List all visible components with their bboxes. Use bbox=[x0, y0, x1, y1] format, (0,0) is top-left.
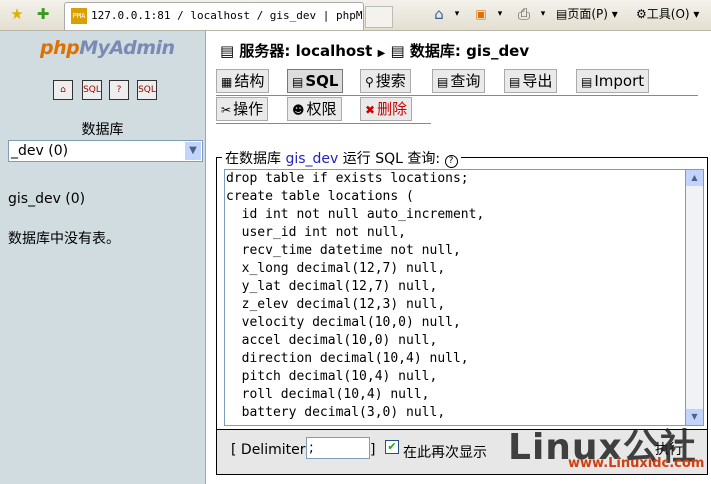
structure-icon: ▦ bbox=[221, 75, 233, 89]
database-select[interactable]: _dev (0) ▼ bbox=[8, 140, 203, 162]
home-icon[interactable]: ⌂ bbox=[53, 80, 73, 100]
tab-operations[interactable]: ✂ 操作 bbox=[216, 97, 269, 121]
privileges-icon: ☻ bbox=[292, 103, 305, 117]
go-button[interactable]: 执行 bbox=[655, 440, 695, 460]
phpmyadmin-logo[interactable]: phpMyAdmin bbox=[40, 37, 175, 59]
sql-query-text: drop table if exists locations; create t… bbox=[226, 171, 485, 420]
tab-query[interactable]: ▤ 查询 bbox=[432, 69, 486, 93]
tab-drop[interactable]: ✖ 删除 bbox=[360, 97, 413, 121]
tab-structure[interactable]: ▦ 结构 bbox=[216, 69, 270, 93]
scroll-up-icon[interactable]: ▲ bbox=[686, 170, 703, 186]
server-icon: ▤ bbox=[220, 42, 235, 60]
tab-bar-secondary: ✂ 操作 ☻ 权限 ✖ 删除 bbox=[216, 97, 431, 124]
tab-sql[interactable]: ▤ SQL bbox=[287, 69, 344, 93]
page-icon: ▤ bbox=[556, 7, 568, 21]
home-icon[interactable]: ⌂ bbox=[430, 5, 448, 23]
help-icon[interactable]: ? bbox=[444, 155, 458, 168]
operations-icon: ✂ bbox=[221, 103, 232, 117]
help-icon[interactable]: ? bbox=[109, 80, 129, 100]
favicon: PMA bbox=[71, 8, 87, 24]
chevron-right-icon: ▶ bbox=[377, 48, 386, 59]
breadcrumb-database[interactable]: 数据库: gis_dev bbox=[410, 42, 529, 60]
breadcrumb: ▤ 服务器: localhost ▶ ▤ 数据库: gis_dev bbox=[220, 40, 529, 61]
feeds-icon[interactable]: ▣ bbox=[472, 5, 490, 23]
tab-title: 127.0.0.1:81 / localhost / gis_dev | php… bbox=[91, 9, 364, 22]
delimiter-label: [ Delimiter bbox=[231, 442, 306, 458]
favorites-star-icon[interactable]: ★ bbox=[8, 5, 26, 23]
search-icon: ⚲ bbox=[365, 75, 374, 89]
drop-icon: ✖ bbox=[365, 103, 376, 117]
tab-bar-primary: ▦ 结构 ▤ SQL ⚲ 搜索 ▤ 查询 ▤ 导出 ▤ Import bbox=[216, 69, 698, 96]
browser-toolbar: ★ ✚ PMA 127.0.0.1:81 / localhost / gis_de… bbox=[0, 0, 711, 31]
sql-options-bar: [ Delimiter ; ] ✔ 在此再次显示 执行 bbox=[216, 429, 708, 475]
page-menu[interactable]: ▤页面(P) ▾ bbox=[556, 4, 618, 24]
gear-icon: ⚙ bbox=[636, 7, 647, 21]
export-icon: ▤ bbox=[509, 75, 521, 89]
browser-tab[interactable]: PMA 127.0.0.1:81 / localhost / gis_dev | … bbox=[64, 2, 364, 30]
show-again-label: 在此再次显示 bbox=[403, 445, 487, 461]
import-icon: ▤ bbox=[581, 75, 593, 89]
tab-export[interactable]: ▤ 导出 bbox=[504, 69, 558, 93]
sql-query-window-icon[interactable]: SQL bbox=[82, 80, 102, 100]
scroll-down-icon[interactable]: ▼ bbox=[686, 409, 703, 425]
tab-search[interactable]: ⚲ 搜索 bbox=[360, 69, 411, 93]
tools-menu[interactable]: ⚙工具(O) ▾ bbox=[636, 4, 699, 24]
database-label: 数据库 bbox=[81, 122, 124, 138]
chevron-down-icon[interactable]: ▼ bbox=[185, 142, 201, 160]
sql-docs-icon[interactable]: SQL bbox=[137, 80, 157, 100]
sql-icon: ▤ bbox=[292, 75, 304, 89]
new-tab-button[interactable] bbox=[365, 6, 393, 28]
print-icon[interactable]: ⎙ bbox=[515, 5, 533, 23]
delimiter-input[interactable]: ; bbox=[306, 437, 370, 459]
show-again-checkbox[interactable]: ✔ bbox=[385, 440, 399, 454]
delimiter-close: ] bbox=[370, 442, 376, 458]
no-tables-message: 数据库中没有表。 bbox=[8, 231, 120, 247]
database-icon: ▤ bbox=[390, 42, 405, 60]
sidebar: phpMyAdmin ⌂ SQL ? SQL 数据库 _dev (0) ▼ gi… bbox=[0, 31, 206, 484]
sidebar-db-link[interactable]: gis_dev (0) bbox=[8, 191, 85, 207]
breadcrumb-server[interactable]: 服务器: localhost bbox=[239, 42, 372, 60]
print-dropdown-icon[interactable]: ▾ bbox=[534, 5, 552, 23]
textarea-scrollbar[interactable]: ▲ ▼ bbox=[686, 169, 704, 426]
sql-query-legend: 在数据库 gis_dev 运行 SQL 查询: ? bbox=[222, 148, 461, 168]
tab-import[interactable]: ▤ Import bbox=[576, 69, 650, 93]
add-favorite-icon[interactable]: ✚ bbox=[34, 5, 52, 23]
legend-db-link[interactable]: gis_dev bbox=[285, 151, 338, 167]
home-dropdown-icon[interactable]: ▾ bbox=[448, 5, 466, 23]
main-content: ▤ 服务器: localhost ▶ ▤ 数据库: gis_dev ▦ 结构 ▤ S… bbox=[206, 31, 711, 484]
query-icon: ▤ bbox=[437, 75, 449, 89]
feeds-dropdown-icon[interactable]: ▾ bbox=[491, 5, 509, 23]
tab-privileges[interactable]: ☻ 权限 bbox=[287, 97, 342, 121]
sql-query-textarea[interactable]: drop table if exists locations; create t… bbox=[224, 169, 686, 426]
